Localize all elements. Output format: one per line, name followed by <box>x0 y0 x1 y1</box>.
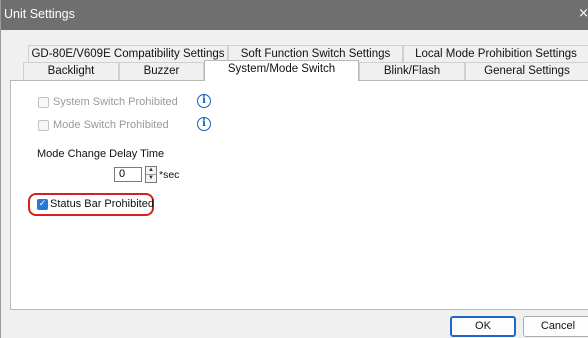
info-icon[interactable]: i <box>197 117 211 131</box>
status-bar-label: Status Bar Prohibited <box>50 198 154 210</box>
delay-time-input[interactable]: 0 <box>114 167 142 182</box>
tab-gd80e-compatibility[interactable]: GD-80E/V609E Compatibility Settings <box>28 45 228 62</box>
system-switch-checkbox[interactable] <box>38 97 49 108</box>
unit-settings-dialog: Unit Settings × GD-80E/V609E Compatibili… <box>0 0 588 338</box>
tab-system-mode-switch[interactable]: System/Mode Switch <box>204 60 359 81</box>
tab-blink-flash[interactable]: Blink/Flash <box>359 62 465 80</box>
tab-buzzer[interactable]: Buzzer <box>119 62 204 80</box>
delay-time-label: Mode Change Delay Time <box>37 148 165 160</box>
tab-backlight[interactable]: Backlight <box>23 62 119 80</box>
tab-local-mode-prohibition[interactable]: Local Mode Prohibition Settings <box>403 45 588 62</box>
cancel-button[interactable]: Cancel <box>523 316 588 337</box>
ok-button[interactable]: OK <box>450 316 516 337</box>
title-bar: Unit Settings × <box>1 0 588 30</box>
checkmark-icon: ✓ <box>38 199 47 209</box>
spinner-down-icon[interactable]: ▼ <box>146 174 156 182</box>
mode-switch-label: Mode Switch Prohibited <box>53 119 169 131</box>
status-bar-checkbox[interactable]: ✓ <box>37 199 48 210</box>
system-switch-label: System Switch Prohibited <box>53 96 178 108</box>
close-icon[interactable]: × <box>578 6 588 21</box>
window-title: Unit Settings <box>4 7 75 21</box>
delay-unit-label: *sec <box>159 169 180 181</box>
tab-general-settings[interactable]: General Settings <box>465 62 588 80</box>
mode-switch-checkbox[interactable] <box>38 120 49 131</box>
spinner-up-icon[interactable]: ▲ <box>146 167 156 174</box>
delay-time-spinner[interactable]: ▲ ▼ <box>145 166 157 183</box>
info-icon[interactable]: i <box>197 94 211 108</box>
